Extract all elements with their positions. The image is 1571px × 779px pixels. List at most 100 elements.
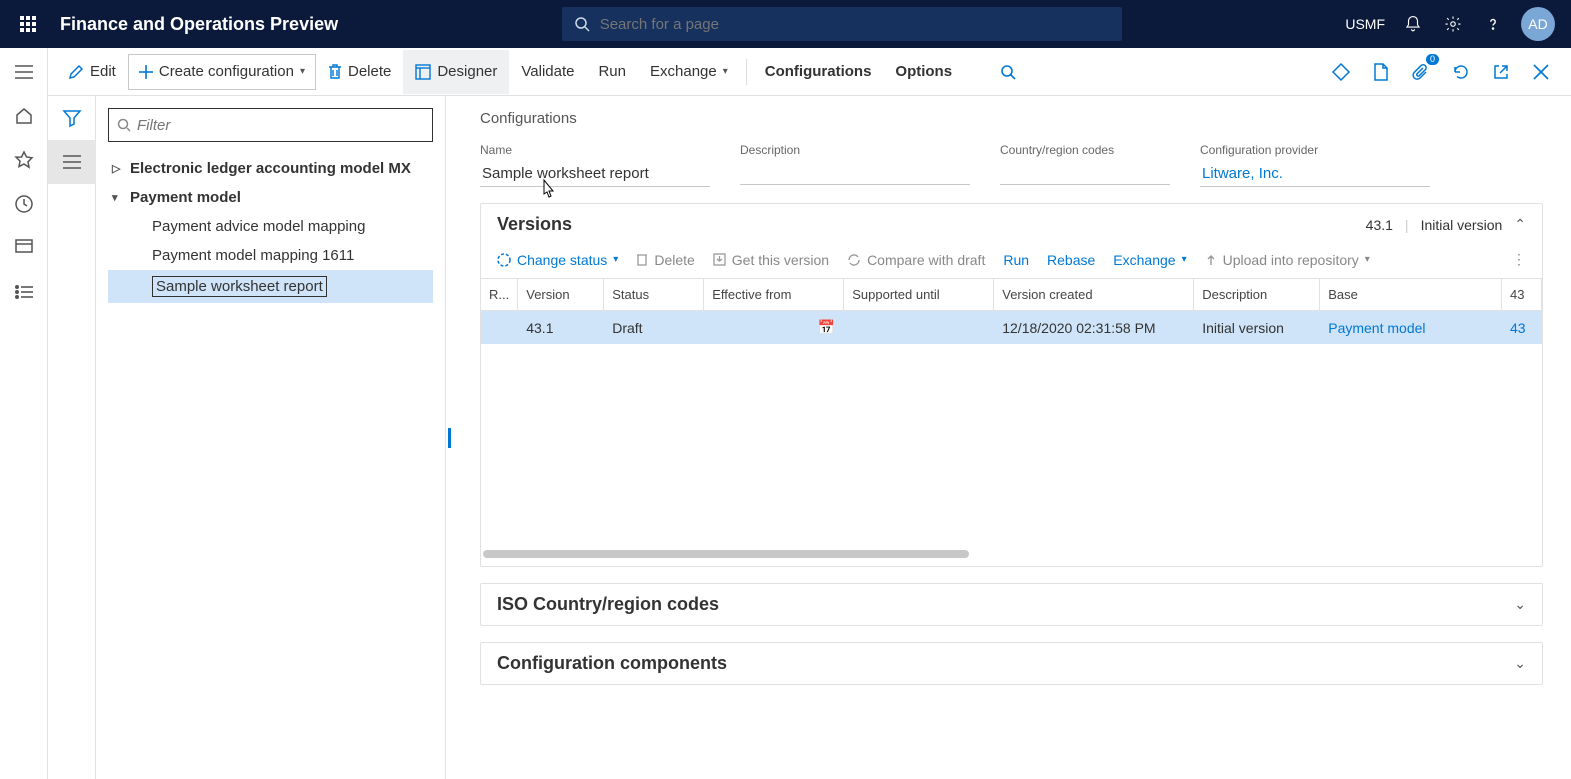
list-icon[interactable]	[48, 140, 96, 184]
hamburger-icon[interactable]	[4, 52, 44, 92]
modules-icon[interactable]	[4, 272, 44, 312]
versions-card: Versions 43.1 | Initial version ⌃ Change…	[480, 203, 1543, 567]
caret-down-icon: ▾	[112, 191, 122, 204]
clock-icon[interactable]	[4, 184, 44, 224]
help-icon[interactable]	[1481, 12, 1505, 36]
col-base[interactable]: Base	[1320, 279, 1502, 311]
search-icon	[1000, 64, 1016, 80]
chevron-down-icon[interactable]: ⌄	[1514, 655, 1526, 672]
attachments-badge: 0	[1426, 54, 1439, 65]
versions-title: Versions	[497, 214, 1354, 235]
components-card[interactable]: Configuration components ⌄	[480, 642, 1543, 685]
name-label: Name	[480, 143, 710, 157]
designer-button[interactable]: Designer	[403, 50, 509, 94]
refresh-icon	[847, 253, 861, 267]
gear-icon[interactable]	[1441, 12, 1465, 36]
close-icon[interactable]	[1527, 58, 1555, 86]
company-picker[interactable]: USMF	[1345, 16, 1385, 32]
options-button[interactable]: Options	[883, 50, 964, 94]
global-search[interactable]	[562, 7, 1122, 41]
name-value[interactable]: Sample worksheet report	[480, 161, 710, 187]
filter-rail	[48, 96, 96, 779]
workspace-icon[interactable]	[4, 228, 44, 268]
plus-icon	[139, 65, 153, 79]
compare-draft-button[interactable]: Compare with draft	[847, 252, 985, 268]
exchange-button[interactable]: Exchange▾	[638, 50, 740, 94]
edit-button[interactable]: Edit	[56, 50, 128, 94]
version-run-button[interactable]: Run	[1003, 252, 1029, 268]
change-status-button[interactable]: Change status▾	[497, 252, 618, 268]
app-title: Finance and Operations Preview	[60, 14, 338, 35]
create-configuration-button[interactable]: Create configuration ▾	[128, 54, 316, 90]
horizontal-scrollbar[interactable]	[483, 550, 1540, 560]
col-effective[interactable]: Effective from	[704, 279, 844, 311]
search-icon	[117, 118, 131, 132]
validate-button[interactable]: Validate	[509, 50, 586, 94]
funnel-icon[interactable]	[48, 96, 96, 140]
upload-repository-button[interactable]: Upload into repository▾	[1205, 252, 1370, 268]
trash-icon	[328, 64, 342, 80]
designer-icon	[415, 64, 431, 80]
versions-grid: R... Version Status Effective from Suppo…	[481, 278, 1542, 560]
cycle-icon	[497, 253, 511, 267]
trash-icon	[636, 253, 648, 267]
components-title: Configuration components	[497, 653, 1502, 674]
upload-icon	[1205, 253, 1217, 267]
user-avatar[interactable]: AD	[1521, 7, 1555, 41]
grid-row[interactable]: 43.1 Draft 📅 12/18/2020 02:31:58 PM Init…	[481, 311, 1542, 345]
chevron-down-icon[interactable]: ⌄	[1514, 596, 1526, 613]
get-version-button[interactable]: Get this version	[713, 252, 829, 268]
col-description[interactable]: Description	[1194, 279, 1320, 311]
delete-button[interactable]: Delete	[316, 50, 403, 94]
actionbar-search-button[interactable]	[988, 50, 1028, 94]
col-basever[interactable]: 43	[1502, 279, 1542, 311]
calendar-icon[interactable]: 📅	[818, 319, 835, 336]
pencil-icon	[68, 64, 84, 80]
tree-filter-input[interactable]	[137, 117, 424, 134]
diamond-icon[interactable]	[1327, 58, 1355, 86]
caret-right-icon: ▷	[112, 162, 122, 175]
country-label: Country/region codes	[1000, 143, 1170, 157]
app-launcher-icon[interactable]	[8, 0, 48, 48]
version-delete-button[interactable]: Delete	[636, 252, 694, 268]
tree-item[interactable]: Payment advice model mapping	[108, 212, 433, 241]
iso-card[interactable]: ISO Country/region codes ⌄	[480, 583, 1543, 626]
versions-meta-desc: Initial version	[1421, 217, 1503, 233]
col-version[interactable]: Version	[518, 279, 604, 311]
search-input[interactable]	[600, 16, 1110, 33]
iso-title: ISO Country/region codes	[497, 594, 1502, 615]
col-r[interactable]: R...	[481, 279, 518, 311]
bell-icon[interactable]	[1401, 12, 1425, 36]
tree-item[interactable]: ▷Electronic ledger accounting model MX	[108, 154, 433, 183]
tree-item[interactable]: ▾Payment model	[108, 183, 433, 212]
country-value[interactable]	[1000, 161, 1170, 185]
star-icon[interactable]	[4, 140, 44, 180]
run-button[interactable]: Run	[586, 50, 638, 94]
popout-icon[interactable]	[1487, 58, 1515, 86]
col-status[interactable]: Status	[604, 279, 704, 311]
page-icon[interactable]	[1367, 58, 1395, 86]
attachments-button[interactable]: 0	[1407, 58, 1435, 86]
tree-item-selected[interactable]: Sample worksheet report	[108, 270, 433, 303]
provider-label: Configuration provider	[1200, 143, 1430, 157]
rebase-button[interactable]: Rebase	[1047, 252, 1095, 268]
versions-meta-version: 43.1	[1366, 217, 1393, 233]
action-bar: Edit Create configuration ▾ Delete Desig…	[48, 48, 1571, 96]
version-exchange-button[interactable]: Exchange▾	[1113, 252, 1186, 268]
refresh-icon[interactable]	[1447, 58, 1475, 86]
home-icon[interactable]	[4, 96, 44, 136]
left-nav-rail	[0, 48, 48, 779]
description-value[interactable]	[740, 161, 970, 185]
col-created[interactable]: Version created	[994, 279, 1194, 311]
chevron-up-icon[interactable]: ⌃	[1514, 216, 1526, 233]
more-button[interactable]: ⋮	[1512, 251, 1526, 268]
tree-filter[interactable]	[108, 108, 433, 142]
configurations-button[interactable]: Configurations	[753, 50, 884, 94]
breadcrumb: Configurations	[480, 110, 1543, 127]
col-supported[interactable]: Supported until	[844, 279, 994, 311]
description-label: Description	[740, 143, 970, 157]
search-icon	[574, 16, 590, 32]
provider-value[interactable]: Litware, Inc.	[1200, 161, 1430, 187]
tree-item[interactable]: Payment model mapping 1611	[108, 241, 433, 270]
tree-panel: ▷Electronic ledger accounting model MX ▾…	[96, 96, 446, 779]
